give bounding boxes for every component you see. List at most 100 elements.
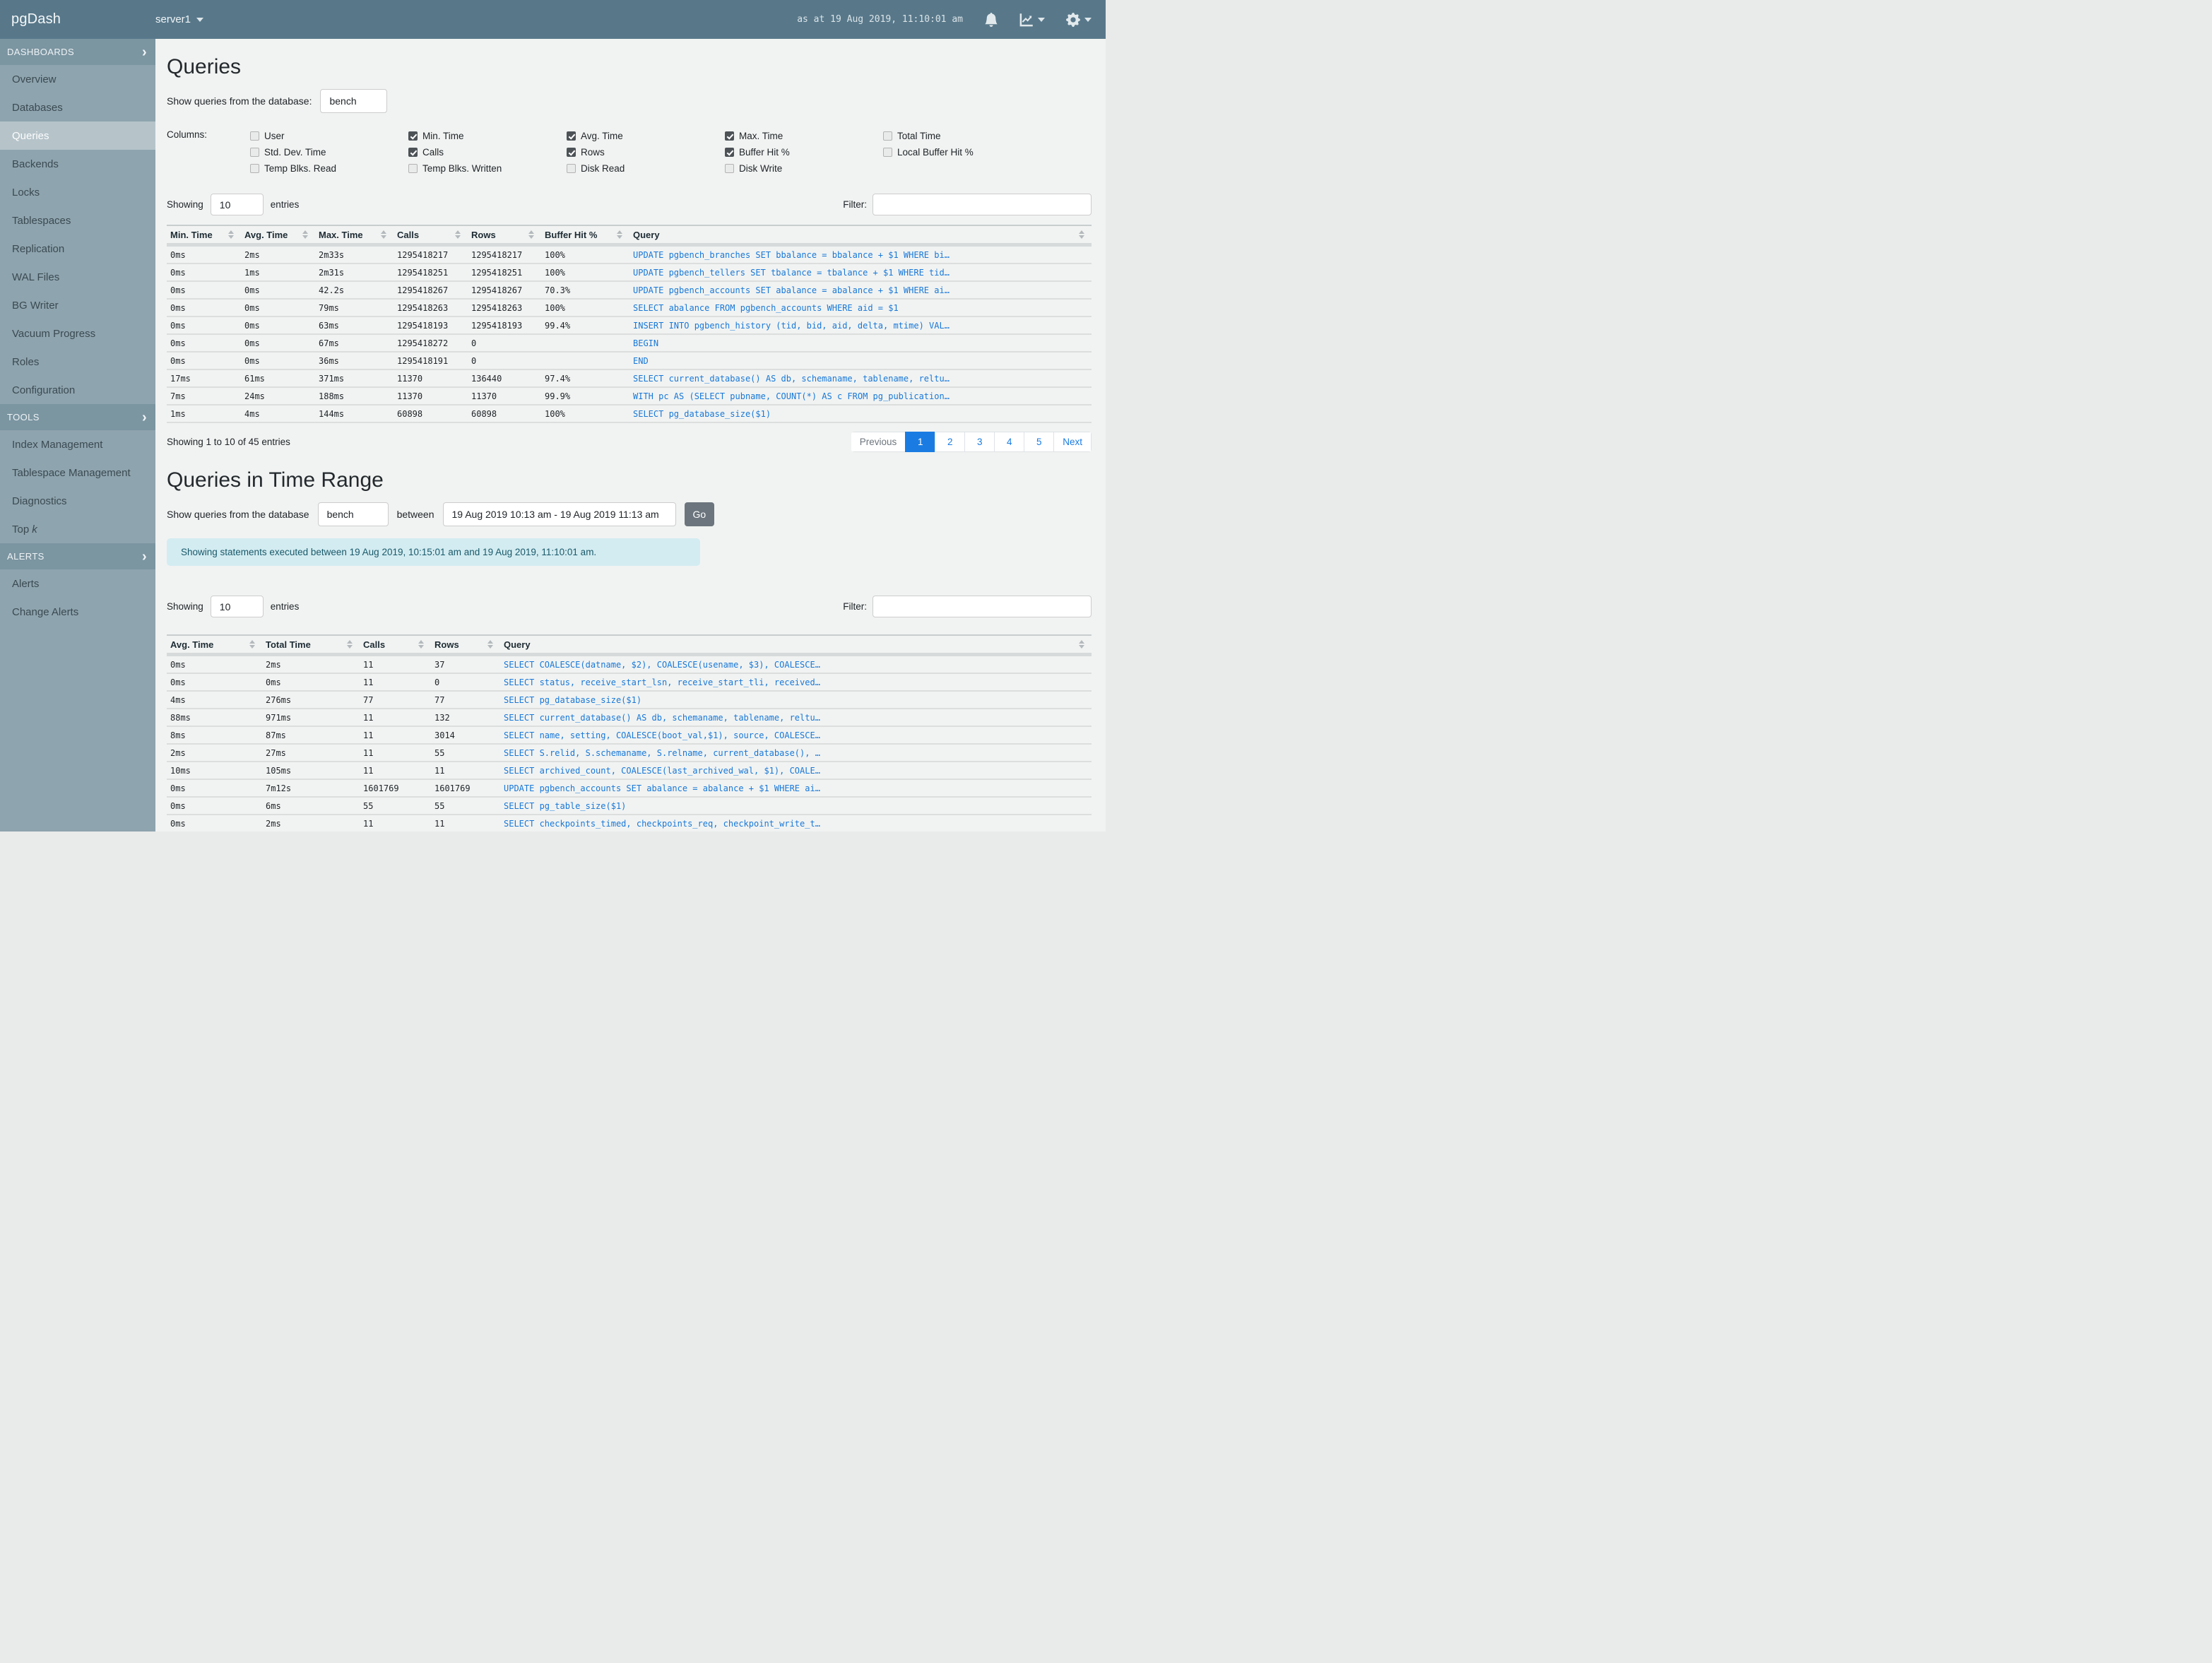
sidebar-item[interactable]: Overview <box>0 65 155 93</box>
column-header[interactable]: Avg. Time <box>241 225 315 247</box>
sidebar-item[interactable]: Index Management <box>0 430 155 458</box>
settings-menu-button[interactable] <box>1066 12 1092 27</box>
query-link[interactable]: SELECT name, setting, COALESCE(boot_val,… <box>504 730 820 740</box>
column-toggle[interactable]: Disk Read <box>567 160 725 177</box>
checkbox[interactable] <box>250 164 259 173</box>
column-header[interactable]: Rows <box>431 635 500 656</box>
query-link[interactable]: SELECT archived_count, COALESCE(last_arc… <box>504 766 820 776</box>
query-link[interactable]: SELECT pg_database_size($1) <box>504 695 641 705</box>
column-header[interactable]: Total Time <box>262 635 360 656</box>
sidebar-item[interactable]: Tablespace Management <box>0 458 155 487</box>
sidebar-item[interactable]: Tablespaces <box>0 206 155 235</box>
column-header[interactable]: Buffer Hit % <box>541 225 629 247</box>
sidebar-section-tools[interactable]: TOOLS › <box>0 404 155 430</box>
query-link[interactable]: UPDATE pgbench_accounts SET abalance = a… <box>504 783 820 793</box>
sidebar-item[interactable]: Change Alerts <box>0 598 155 626</box>
column-header[interactable]: Query <box>629 225 1092 247</box>
query-link[interactable]: SELECT COALESCE(datname, $2), COALESCE(u… <box>504 660 820 670</box>
query-link[interactable]: SELECT abalance FROM pgbench_accounts WH… <box>633 303 899 313</box>
checkbox[interactable] <box>567 131 576 141</box>
query-link[interactable]: SELECT current_database() AS db, scheman… <box>633 374 950 384</box>
checkbox[interactable] <box>883 148 892 157</box>
sidebar-item[interactable]: Locks <box>0 178 155 206</box>
query-link[interactable]: BEGIN <box>633 338 658 348</box>
sidebar-item[interactable]: Configuration <box>0 376 155 404</box>
sidebar-item[interactable]: Queries <box>0 122 155 150</box>
column-toggle[interactable]: Local Buffer Hit % <box>883 144 1041 160</box>
sort-icon[interactable] <box>381 230 386 239</box>
charts-menu-button[interactable] <box>1019 13 1045 27</box>
time-range-input[interactable] <box>442 502 676 526</box>
column-header[interactable]: Min. Time <box>167 225 241 247</box>
checkbox[interactable] <box>725 148 734 157</box>
sort-icon[interactable] <box>487 640 493 649</box>
sort-icon[interactable] <box>455 230 461 239</box>
sort-icon[interactable] <box>528 230 534 239</box>
column-toggle[interactable]: Temp Blks. Written <box>408 160 567 177</box>
database-input[interactable] <box>317 502 389 526</box>
sidebar-item[interactable]: Top k <box>0 515 155 543</box>
page-button[interactable]: 4 <box>994 432 1025 452</box>
entries-count-input[interactable] <box>210 596 264 617</box>
sidebar-item[interactable]: Roles <box>0 348 155 376</box>
query-link[interactable]: SELECT pg_table_size($1) <box>504 801 626 811</box>
sort-icon[interactable] <box>1079 230 1084 239</box>
query-link[interactable]: WITH pc AS (SELECT pubname, COUNT(*) AS … <box>633 391 950 401</box>
query-link[interactable]: END <box>633 356 649 366</box>
checkbox[interactable] <box>408 131 418 141</box>
sidebar-section-alerts[interactable]: ALERTS › <box>0 543 155 569</box>
column-header[interactable]: Calls <box>394 225 468 247</box>
column-toggle[interactable]: User <box>250 128 408 144</box>
query-link[interactable]: SELECT checkpoints_timed, checkpoints_re… <box>504 819 820 829</box>
database-input[interactable] <box>320 89 388 113</box>
query-link[interactable]: SELECT S.relid, S.schemaname, S.relname,… <box>504 748 820 758</box>
go-button[interactable]: Go <box>684 502 715 526</box>
column-toggle[interactable]: Temp Blks. Read <box>250 160 408 177</box>
column-toggle[interactable]: Buffer Hit % <box>725 144 883 160</box>
checkbox[interactable] <box>567 164 576 173</box>
query-link[interactable]: SELECT current_database() AS db, scheman… <box>504 713 820 723</box>
sort-icon[interactable] <box>418 640 424 649</box>
column-header[interactable]: Max. Time <box>315 225 394 247</box>
sidebar-item[interactable]: Backends <box>0 150 155 178</box>
page-button[interactable]: Next <box>1053 432 1092 452</box>
sidebar-item[interactable]: Alerts <box>0 569 155 598</box>
sidebar-item[interactable]: Vacuum Progress <box>0 319 155 348</box>
column-toggle[interactable]: Disk Write <box>725 160 883 177</box>
query-link[interactable]: UPDATE pgbench_tellers SET tbalance = tb… <box>633 268 950 278</box>
notifications-button[interactable] <box>984 12 998 27</box>
filter-input[interactable] <box>873 194 1092 215</box>
entries-count-input[interactable] <box>210 194 264 215</box>
sidebar-section-dashboards[interactable]: DASHBOARDS › <box>0 39 155 65</box>
server-dropdown[interactable]: server1 <box>155 13 204 25</box>
page-button[interactable]: 1 <box>905 432 936 452</box>
checkbox[interactable] <box>725 164 734 173</box>
sort-icon[interactable] <box>347 640 353 649</box>
query-link[interactable]: INSERT INTO pgbench_history (tid, bid, a… <box>633 321 950 331</box>
checkbox[interactable] <box>567 148 576 157</box>
column-header[interactable]: Query <box>500 635 1092 656</box>
sidebar-item[interactable]: WAL Files <box>0 263 155 291</box>
filter-input[interactable] <box>873 596 1092 617</box>
sort-icon[interactable] <box>249 640 255 649</box>
sort-icon[interactable] <box>617 230 622 239</box>
checkbox[interactable] <box>725 131 734 141</box>
page-button[interactable]: Previous <box>851 432 906 452</box>
sort-icon[interactable] <box>1079 640 1084 649</box>
column-toggle[interactable]: Avg. Time <box>567 128 725 144</box>
query-link[interactable]: UPDATE pgbench_branches SET bbalance = b… <box>633 250 950 260</box>
column-toggle[interactable]: Max. Time <box>725 128 883 144</box>
query-link[interactable]: UPDATE pgbench_accounts SET abalance = a… <box>633 285 950 295</box>
column-toggle[interactable]: Min. Time <box>408 128 567 144</box>
checkbox[interactable] <box>408 148 418 157</box>
page-button[interactable]: 2 <box>935 432 966 452</box>
checkbox[interactable] <box>408 164 418 173</box>
sidebar-item[interactable]: Replication <box>0 235 155 263</box>
sidebar-item[interactable]: Diagnostics <box>0 487 155 515</box>
column-header[interactable]: Calls <box>360 635 431 656</box>
column-header[interactable]: Avg. Time <box>167 635 262 656</box>
sort-icon[interactable] <box>302 230 308 239</box>
page-button[interactable]: 3 <box>964 432 995 452</box>
column-toggle[interactable]: Rows <box>567 144 725 160</box>
column-toggle[interactable]: Std. Dev. Time <box>250 144 408 160</box>
